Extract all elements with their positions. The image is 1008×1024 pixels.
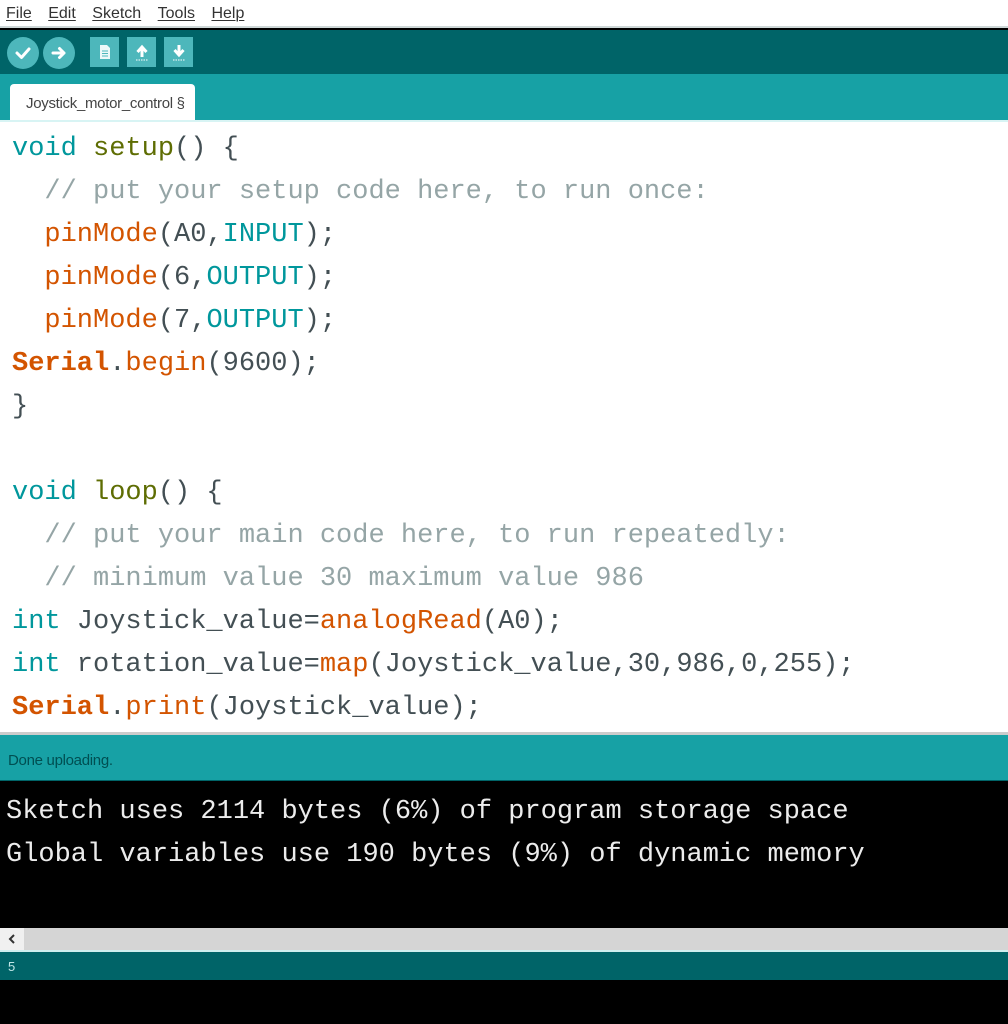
code-token: INPUT — [222, 220, 304, 250]
menu-tools[interactable]: Tools — [158, 0, 195, 28]
code-line[interactable]: pinMode(A0,INPUT); — [12, 214, 855, 257]
menu-help[interactable]: Help — [211, 0, 244, 28]
code-token: . — [109, 693, 126, 723]
menu-bar: File Edit Sketch Tools Help — [0, 0, 1008, 28]
code-token: (9600); — [206, 349, 320, 379]
arrow-up-icon — [135, 44, 148, 61]
code-line[interactable]: int rotation_value=map(Joystick_value,30… — [12, 644, 855, 687]
code-token: // put your main code here, to run repea… — [12, 521, 790, 551]
code-token: analogRead — [319, 607, 482, 637]
code-token: pinMode — [44, 263, 158, 293]
code-token: ); — [303, 220, 337, 250]
save-button[interactable] — [164, 37, 193, 67]
document-icon — [99, 45, 110, 59]
code-line[interactable] — [12, 429, 855, 472]
code-token: . — [109, 349, 126, 379]
tab-bar: Joystick_motor_control § — [0, 74, 1008, 120]
chevron-left-icon — [8, 934, 15, 944]
code-token: setup — [93, 134, 175, 164]
arrow-down-icon — [172, 45, 185, 61]
arrow-right-icon — [51, 47, 66, 59]
line-number: 5 — [8, 959, 16, 974]
footer-bar: 5 — [0, 952, 1008, 980]
code-token: print — [125, 693, 207, 723]
code-token: Joystick_value= — [60, 607, 320, 637]
check-icon — [15, 47, 31, 59]
code-line[interactable]: // minimum value 30 maximum value 986 — [12, 558, 855, 601]
code-token: begin — [125, 349, 207, 379]
code-token: (Joystick_value,30,986,0,255); — [368, 650, 855, 680]
code-line[interactable]: Serial.print(Joystick_value); — [12, 687, 855, 730]
code-token: OUTPUT — [206, 306, 304, 336]
code-line[interactable]: Serial.begin(9600); — [12, 343, 855, 386]
code-editor[interactable]: void setup() { // put your setup code he… — [0, 120, 1008, 732]
code-token: } — [12, 392, 29, 422]
code-line[interactable]: int Joystick_value=analogRead(A0); — [12, 601, 855, 644]
horizontal-scrollbar[interactable] — [0, 928, 1008, 952]
console-output: Sketch uses 2114 bytes (6%) of program s… — [0, 780, 1008, 929]
menu-file[interactable]: File — [6, 0, 32, 28]
menu-sketch[interactable]: Sketch — [92, 0, 141, 28]
console-line: Global variables use 190 bytes (9%) of d… — [6, 840, 865, 870]
code-token: OUTPUT — [206, 263, 304, 293]
code-line[interactable]: } — [12, 386, 855, 429]
code-line[interactable]: // put your setup code here, to run once… — [12, 171, 855, 214]
code-token: pinMode — [44, 220, 158, 250]
menu-edit[interactable]: Edit — [48, 0, 76, 28]
code-token: void — [12, 478, 77, 508]
code-token: // put your setup code here, to run once… — [12, 177, 709, 207]
status-bar: Done uploading. — [0, 732, 1008, 780]
tab-sketch[interactable]: Joystick_motor_control § — [10, 84, 195, 120]
code-token: map — [319, 650, 369, 680]
code-token: () { — [157, 478, 223, 508]
new-button[interactable] — [90, 37, 119, 67]
code-token: void — [12, 134, 77, 164]
code-token: (A0, — [157, 220, 223, 250]
code-token: ); — [303, 263, 337, 293]
code-line[interactable]: // put your main code here, to run repea… — [12, 515, 855, 558]
code-line[interactable]: void loop() { — [12, 472, 855, 515]
scroll-left-button[interactable] — [0, 928, 24, 950]
code-token: // minimum value 30 maximum value 986 — [12, 564, 644, 594]
code-token: () { — [174, 134, 239, 164]
code-line[interactable]: void setup() { — [12, 128, 855, 171]
code-token: int — [12, 650, 61, 680]
open-button[interactable] — [127, 37, 156, 67]
code-token: pinMode — [44, 306, 158, 336]
code-token: loop — [93, 478, 158, 508]
code-content[interactable]: void setup() { // put your setup code he… — [12, 128, 855, 730]
code-token: (6, — [157, 263, 207, 293]
code-token: (Joystick_value); — [206, 693, 482, 723]
toolbar — [0, 30, 1008, 74]
code-line[interactable]: pinMode(7,OUTPUT); — [12, 300, 855, 343]
upload-button[interactable] — [43, 37, 75, 69]
code-token: (A0); — [481, 607, 563, 637]
code-token: rotation_value= — [60, 650, 320, 680]
verify-button[interactable] — [7, 37, 39, 69]
status-message: Done uploading. — [8, 752, 113, 769]
code-token: int — [12, 607, 61, 637]
code-token: Serial — [12, 349, 110, 379]
code-token: (7, — [157, 306, 207, 336]
code-token: ); — [303, 306, 337, 336]
code-token: Serial — [12, 693, 110, 723]
console-line: Sketch uses 2114 bytes (6%) of program s… — [6, 797, 849, 827]
code-line[interactable]: pinMode(6,OUTPUT); — [12, 257, 855, 300]
